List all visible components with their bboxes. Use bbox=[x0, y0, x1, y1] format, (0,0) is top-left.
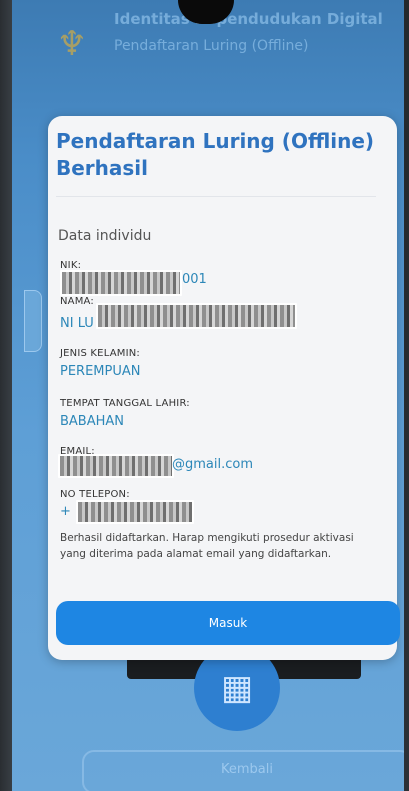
ttl-value: BABAHAN bbox=[60, 414, 125, 429]
jenis-kelamin-label: JENIS KELAMIN: bbox=[60, 348, 140, 359]
nama-redaction bbox=[96, 303, 297, 329]
nik-redaction bbox=[60, 270, 182, 296]
header-subtitle: Pendaftaran Luring (Offline) bbox=[114, 38, 309, 54]
success-note: Berhasil didaftarkan. Harap mengikuti pr… bbox=[60, 532, 354, 560]
dialog-divider bbox=[56, 196, 376, 197]
jenis-kelamin-value: PEREMPUAN bbox=[60, 364, 141, 379]
telepon-value: + bbox=[60, 504, 71, 519]
email-redaction bbox=[58, 454, 174, 478]
masuk-button[interactable]: Masuk bbox=[56, 601, 400, 645]
success-dialog: Pendaftaran Luring (Offline) Berhasil Da… bbox=[48, 116, 400, 660]
dialog-title-line1: Pendaftaran Luring (Offline) bbox=[56, 129, 375, 153]
telepon-redaction bbox=[76, 500, 194, 524]
nik-value: 001 bbox=[182, 272, 207, 287]
header-title: Identitas Kependudukan Digital bbox=[114, 10, 383, 28]
nama-label: NAMA: bbox=[60, 296, 94, 307]
garuda-emblem-icon: ♆ bbox=[56, 24, 88, 64]
dialog-title-line2: Berhasil bbox=[56, 156, 149, 180]
ttl-label: TEMPAT TANGGAL LAHIR: bbox=[60, 398, 190, 409]
telepon-label: NO TELEPON: bbox=[60, 489, 130, 500]
section-title: Data individu bbox=[58, 228, 152, 244]
nama-value: NI LU bbox=[60, 316, 94, 331]
background-side-tab bbox=[24, 290, 42, 352]
email-value: @gmail.com bbox=[172, 457, 254, 472]
kembali-button: Kembali bbox=[82, 750, 404, 791]
dialog-title: Pendaftaran Luring (Offline) Berhasil bbox=[56, 128, 376, 182]
